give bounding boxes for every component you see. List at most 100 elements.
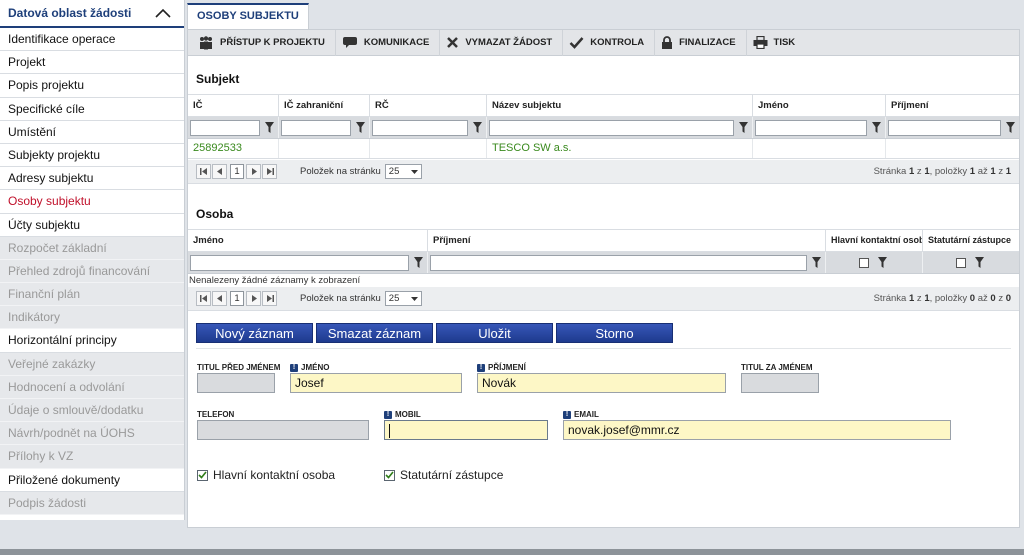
per-page-value: 25 xyxy=(388,166,400,177)
prev-page-button[interactable] xyxy=(212,291,227,306)
filter-rc-input[interactable] xyxy=(372,119,468,136)
filter-icon[interactable] xyxy=(809,257,823,268)
per-page-select[interactable]: 25 xyxy=(384,164,422,179)
col-header-ic[interactable]: IČ xyxy=(188,95,279,116)
col-header-jmeno[interactable]: Jméno xyxy=(753,95,886,116)
checkbox-checked-icon[interactable] xyxy=(384,469,395,481)
sidebar-item[interactable]: Osoby subjektu xyxy=(0,190,184,214)
prev-page-button[interactable] xyxy=(212,164,227,179)
filter-ic-input[interactable] xyxy=(190,119,260,136)
filter-icon[interactable] xyxy=(875,257,889,268)
main-area: OSOBY SUBJEKTU PŘÍSTUP K PROJEKTU KOMUNI… xyxy=(187,0,1020,528)
caret-down-icon xyxy=(410,296,418,301)
page-number[interactable]: 1 xyxy=(230,291,244,306)
page-number[interactable]: 1 xyxy=(230,164,244,179)
communication-label: KOMUNIKACE xyxy=(363,37,430,48)
filter-osoba-prijmeni-input[interactable] xyxy=(430,254,807,271)
chevron-up-icon[interactable] xyxy=(152,4,174,22)
col-header-prijmeni[interactable]: Příjmení xyxy=(886,95,1019,116)
filter-jmeno-input[interactable] xyxy=(755,119,867,136)
new-record-button[interactable]: Nový záznam xyxy=(196,323,313,343)
filter-hlavni-checkbox[interactable] xyxy=(859,257,869,268)
titul-za-input[interactable] xyxy=(741,373,819,393)
last-page-button[interactable] xyxy=(262,164,277,179)
sidebar-item[interactable]: Projekt xyxy=(0,51,184,75)
print-button[interactable]: TISK xyxy=(747,30,806,56)
prijmeni-input[interactable]: Novák xyxy=(477,373,726,393)
tab-osoby-subjektu[interactable]: OSOBY SUBJEKTU xyxy=(187,3,309,29)
delete-application-button[interactable]: VYMAZAT ŽÁDOST xyxy=(440,29,564,56)
statutarni-checkbox[interactable]: Statutární zástupce xyxy=(384,468,503,482)
sidebar-item[interactable]: Účty subjektu xyxy=(0,214,184,237)
filter-icon[interactable] xyxy=(972,257,986,268)
last-page-button[interactable] xyxy=(262,291,277,306)
filter-icon[interactable] xyxy=(262,122,276,133)
sidebar-item[interactable]: Umístění xyxy=(0,121,184,144)
filter-icon[interactable] xyxy=(470,122,484,133)
col-header-osoba-jmeno[interactable]: Jméno xyxy=(188,230,428,251)
sidebar-item[interactable]: Horizontální principy xyxy=(0,329,184,353)
subjekt-pager: 1 Položek na stránku 25 Stránka 1 z 1, p… xyxy=(188,160,1019,184)
cell-nazev: TESCO SW a.s. xyxy=(487,139,753,158)
check-button[interactable]: KONTROLA xyxy=(563,29,656,56)
email-input[interactable]: novak.josef@mmr.cz xyxy=(563,420,951,440)
per-page-label: Položek na stránku xyxy=(300,293,381,304)
access-project-button[interactable]: PŘÍSTUP K PROJEKTU xyxy=(192,29,336,56)
col-header-rc[interactable]: RČ xyxy=(370,95,487,116)
per-page-select[interactable]: 25 xyxy=(384,291,422,306)
filter-nazev-input[interactable] xyxy=(489,119,734,136)
pager-info: Stránka 1 z 1, položky 1 až 1 z 1 xyxy=(873,166,1011,177)
telefon-input[interactable] xyxy=(197,420,369,440)
col-header-osoba-prijmeni[interactable]: Příjmení xyxy=(428,230,826,251)
sidebar-item[interactable]: Přiložené dokumenty xyxy=(0,469,184,492)
col-header-hlavni-kontaktni[interactable]: Hlavní kontaktní osoba xyxy=(826,230,923,251)
jmeno-input[interactable]: Josef xyxy=(290,373,462,393)
sidebar-item[interactable]: Identifikace operace xyxy=(0,28,184,52)
sidebar-item: Indikátory xyxy=(0,306,184,330)
next-page-button[interactable] xyxy=(246,164,261,179)
sidebar-item[interactable]: Popis projektu xyxy=(0,74,184,98)
col-header-ic-zahranicni[interactable]: IČ zahraniční xyxy=(279,95,370,116)
filter-prijmeni-input[interactable] xyxy=(888,119,1001,136)
subjekt-grid-header: IČ IČ zahraniční RČ Název subjektu Jméno… xyxy=(188,95,1019,117)
sidebar-item: Návrh/podnět na ÚOHS xyxy=(0,422,184,446)
first-page-button[interactable] xyxy=(196,291,211,306)
divider xyxy=(196,348,1011,349)
checkbox-checked-icon[interactable] xyxy=(197,469,208,481)
filter-icon[interactable] xyxy=(736,122,750,133)
email-label: ! EMAIL xyxy=(563,410,599,419)
titul-pred-label: TITUL PŘED JMÉNEM xyxy=(197,363,281,372)
col-header-nazev[interactable]: Název subjektu xyxy=(487,95,753,116)
col-header-statutarni[interactable]: Statutární zástupce xyxy=(923,230,1019,251)
cancel-button[interactable]: Storno xyxy=(556,323,673,343)
filter-icon[interactable] xyxy=(411,257,425,268)
communication-button[interactable]: KOMUNIKACE xyxy=(336,29,441,56)
cell-ic-zahranicni xyxy=(279,139,370,158)
sidebar-item[interactable]: Adresy subjektu xyxy=(0,167,184,191)
caret-down-icon xyxy=(410,169,418,174)
osoba-grid-header: Jméno Příjmení Hlavní kontaktní osoba St… xyxy=(188,230,1019,252)
sidebar-item[interactable]: Specifické cíle xyxy=(0,98,184,121)
next-page-button[interactable] xyxy=(246,291,261,306)
sidebar: Datová oblast žádosti Identifikace opera… xyxy=(0,0,185,520)
telefon-label: TELEFON xyxy=(197,410,235,419)
filter-osoba-jmeno-input[interactable] xyxy=(190,254,409,271)
table-row[interactable]: 25892533 TESCO SW a.s. xyxy=(188,139,1019,159)
mobil-input[interactable] xyxy=(384,420,548,440)
first-page-button[interactable] xyxy=(196,164,211,179)
filter-icon[interactable] xyxy=(1003,122,1017,133)
sidebar-item: Přehled zdrojů financování xyxy=(0,259,184,284)
filter-icon[interactable] xyxy=(353,122,367,133)
sidebar-item[interactable]: Subjekty projektu xyxy=(0,144,184,168)
titul-pred-input[interactable] xyxy=(197,373,275,393)
hlavni-kontaktni-checkbox[interactable]: Hlavní kontaktní osoba xyxy=(197,468,335,482)
finalize-button[interactable]: FINALIZACE xyxy=(655,29,747,56)
people-icon xyxy=(200,35,212,49)
filter-ic-zahranicni-input[interactable] xyxy=(281,119,351,136)
filter-statutarni-checkbox[interactable] xyxy=(956,257,966,268)
save-button[interactable]: Uložit xyxy=(436,323,553,343)
osoba-grid: Jméno Příjmení Hlavní kontaktní osoba St… xyxy=(188,229,1019,274)
delete-record-button[interactable]: Smazat záznam xyxy=(316,323,433,343)
sidebar-header[interactable]: Datová oblast žádosti xyxy=(0,0,184,28)
filter-icon[interactable] xyxy=(869,122,883,133)
